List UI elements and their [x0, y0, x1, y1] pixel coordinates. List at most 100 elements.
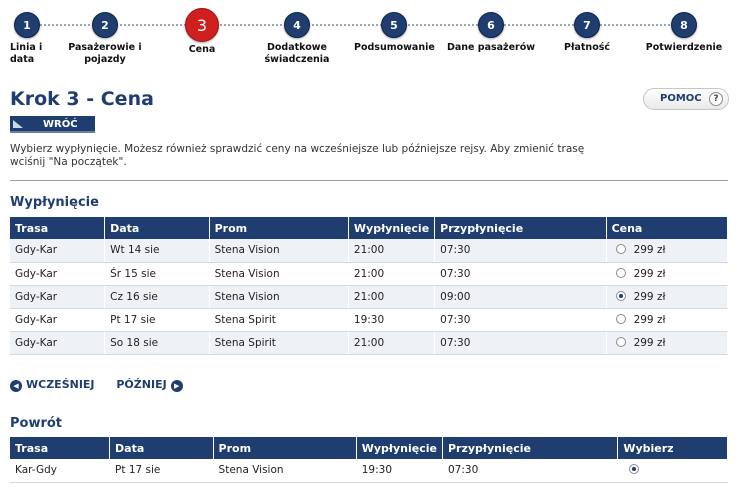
step-label: Dodatkowe	[267, 42, 327, 53]
later-label: PÓŹNIEJ	[116, 378, 167, 391]
ferry-cell: Stena Vision	[213, 459, 357, 483]
column-header: Przypłynięcie	[434, 217, 607, 239]
help-button[interactable]: POMOC ?	[643, 88, 729, 110]
date-cell: Śr 15 sie	[104, 262, 210, 286]
help-label: POMOC	[660, 93, 702, 104]
price-radio[interactable]	[615, 313, 626, 324]
table-header-row: Trasa Data Prom Wypłynięcie Przypłynięci…	[10, 217, 729, 239]
column-header: Prom	[213, 437, 357, 459]
departure-cell: 21:00	[348, 331, 436, 355]
step-number: 5	[381, 12, 407, 38]
table-row[interactable]: Gdy-Kar Pt 17 sie Stena Spirit 19:30 07:…	[10, 308, 729, 332]
arrival-cell: 07:30	[434, 331, 607, 355]
departure-cell: 19:30	[356, 459, 444, 483]
pager: ◀ WCZEŚNIEJ PÓŹNIEJ ▶	[10, 378, 183, 392]
price-label: 299 zł	[633, 336, 666, 349]
divider	[10, 180, 728, 181]
later-link[interactable]: PÓŹNIEJ ▶	[112, 378, 183, 392]
price-label: 299 zł	[633, 244, 666, 257]
column-header: Trasa	[10, 437, 111, 459]
arrival-cell: 09:00	[434, 285, 607, 309]
price-radio[interactable]	[615, 336, 626, 347]
step-number: 1	[14, 12, 40, 38]
question-icon: ?	[709, 92, 723, 106]
price-cell: 299 zł	[606, 285, 729, 309]
table-row[interactable]: Gdy-Kar Śr 15 sie Stena Vision 21:00 07:…	[10, 262, 729, 286]
select-radio-selected[interactable]	[629, 464, 640, 475]
arrival-cell: 07:30	[442, 459, 619, 483]
ferry-cell: Stena Vision	[209, 239, 349, 263]
ferry-cell: Stena Spirit	[209, 308, 349, 332]
route-cell: Gdy-Kar	[10, 285, 106, 309]
step-3-active: 3 Cena	[170, 8, 234, 56]
step-label: Dane pasażerów	[446, 42, 536, 53]
progress-stepper: 1 Linia i data 2 Pasażerowie i pojazdy 3 C…	[0, 0, 739, 78]
departure-cell: 21:00	[348, 239, 436, 263]
step-label: Cena	[188, 44, 216, 55]
step-2: 2 Pasażerowie i pojazdy	[62, 12, 148, 66]
ferry-cell: Stena Vision	[209, 262, 349, 286]
page-title: Krok 3 - Cena	[10, 88, 154, 110]
column-header: Data	[109, 437, 214, 459]
column-header: Data	[104, 217, 210, 239]
step-number: 2	[92, 12, 118, 38]
arrival-cell: 07:30	[434, 262, 607, 286]
step-number: 6	[478, 12, 504, 38]
step-8: 8 Potwierdzenie	[644, 12, 724, 54]
arrow-right-icon: ▶	[170, 380, 183, 392]
date-cell: Wt 14 sie	[104, 239, 210, 263]
arrival-cell: 07:30	[434, 239, 607, 263]
date-cell: So 18 sie	[104, 331, 210, 355]
price-radio[interactable]	[615, 267, 626, 278]
step-label: Potwierdzenie	[645, 42, 723, 53]
column-header: Wybierz	[617, 437, 728, 459]
column-header: Prom	[209, 217, 349, 239]
step-6: 6 Dane pasażerów	[446, 12, 536, 54]
date-cell: Pt 17 sie	[109, 459, 214, 483]
select-cell	[617, 459, 728, 483]
outbound-section-title: Wypłynięcie	[10, 195, 99, 210]
column-header: Cena	[606, 217, 729, 239]
route-cell: Kar-Gdy	[10, 459, 111, 483]
route-cell: Gdy-Kar	[10, 262, 106, 286]
table-row[interactable]: Gdy-Kar Cz 16 sie Stena Vision 21:00 09:…	[10, 285, 729, 309]
departure-cell: 19:30	[348, 308, 436, 332]
route-cell: Gdy-Kar	[10, 331, 106, 355]
table-row[interactable]: Kar-Gdy Pt 17 sie Stena Vision 19:30 07:…	[10, 459, 728, 483]
date-cell: Pt 17 sie	[104, 308, 210, 332]
return-section-title: Powrót	[10, 416, 63, 431]
route-cell: Gdy-Kar	[10, 239, 106, 263]
step-number: 7	[574, 12, 600, 38]
step-7: 7 Płatność	[554, 12, 620, 54]
back-triangle-icon	[13, 120, 23, 128]
back-label: WRÓĆ	[43, 119, 78, 130]
arrival-cell: 07:30	[434, 308, 607, 332]
column-header: Przypłynięcie	[442, 437, 619, 459]
price-cell: 299 zł	[606, 331, 729, 355]
departure-cell: 21:00	[348, 285, 436, 309]
earlier-link[interactable]: ◀ WCZEŚNIEJ	[10, 378, 99, 392]
step-number: 8	[671, 12, 697, 38]
return-table: Trasa Data Prom Wypłynięcie Przypłynięci…	[10, 437, 728, 483]
route-cell: Gdy-Kar	[10, 308, 106, 332]
column-header: Trasa	[10, 217, 106, 239]
column-header: Wypłynięcie	[356, 437, 444, 459]
price-radio[interactable]	[615, 244, 626, 255]
step-label: Płatność	[563, 42, 610, 53]
price-cell: 299 zł	[606, 308, 729, 332]
price-cell: 299 zł	[606, 262, 729, 286]
price-cell: 299 zł	[606, 239, 729, 263]
step-4: 4 Dodatkowe świadczenia	[258, 12, 336, 66]
price-radio-selected[interactable]	[615, 290, 626, 301]
step-number: 4	[284, 12, 310, 38]
back-button[interactable]: WRÓĆ	[10, 116, 95, 133]
table-row[interactable]: Gdy-Kar So 18 sie Stena Spirit 21:00 07:…	[10, 331, 729, 355]
ferry-cell: Stena Spirit	[209, 331, 349, 355]
price-label: 299 zł	[633, 290, 666, 303]
step-1: 1 Linia i data	[4, 12, 46, 66]
price-label: 299 zł	[633, 267, 666, 280]
step-number: 3	[185, 8, 219, 42]
table-row[interactable]: Gdy-Kar Wt 14 sie Stena Vision 21:00 07:…	[10, 239, 729, 263]
step-label: Linia i	[10, 42, 43, 53]
table-header-row: Trasa Data Prom Wypłynięcie Przypłynięci…	[10, 437, 728, 459]
